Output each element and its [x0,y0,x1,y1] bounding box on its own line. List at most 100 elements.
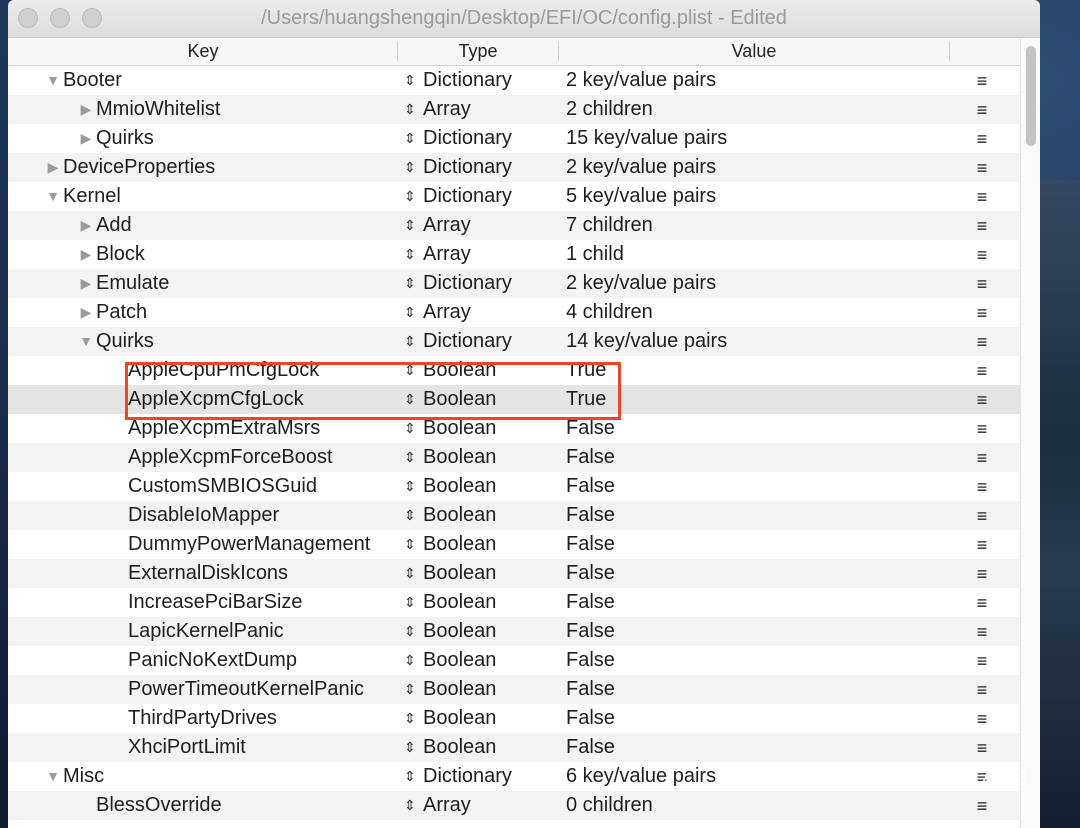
row-key[interactable]: PanicNoKextDump [128,646,297,675]
vertical-scrollbar[interactable] [1020,38,1040,828]
table-row[interactable]: AppleXcpmCfgLock ⇕ Boolean True ≡ [8,385,1020,414]
row-key[interactable]: IncreasePciBarSize [128,588,303,617]
hamburger-menu-icon[interactable]: ≡ [972,733,992,762]
row-type[interactable]: Boolean [423,414,496,443]
up-down-arrows-icon[interactable]: ⇕ [404,95,416,124]
table-row[interactable]: DummyPowerManagement ⇕ Boolean False ≡ [8,530,1020,559]
up-down-arrows-icon[interactable]: ⇕ [404,501,416,530]
up-down-arrows-icon[interactable]: ⇕ [404,617,416,646]
hamburger-menu-icon[interactable]: ≡ [972,501,992,530]
table-row[interactable]: ▶ Quirks ⇕ Dictionary 15 key/value pairs ≡ [8,124,1020,153]
table-row[interactable]: ThirdPartyDrives ⇕ Boolean False ≡ [8,704,1020,733]
row-type[interactable]: Array [423,211,471,240]
table-row[interactable]: ▶ MmioWhitelist ⇕ Array 2 children ≡ [8,95,1020,124]
up-down-arrows-icon[interactable]: ⇕ [404,791,416,820]
row-value[interactable]: 0 children [566,791,653,820]
up-down-arrows-icon[interactable]: ⇕ [404,762,416,791]
up-down-arrows-icon[interactable]: ⇕ [404,153,416,182]
table-row[interactable]: ▼ Kernel ⇕ Dictionary 5 key/value pairs ≡ [8,182,1020,211]
up-down-arrows-icon[interactable]: ⇕ [404,66,416,95]
hamburger-menu-icon[interactable]: ≡ [972,66,992,95]
triangle-down-icon[interactable]: ▼ [46,182,60,211]
triangle-right-icon[interactable]: ▶ [79,240,93,269]
row-key[interactable]: PowerTimeoutKernelPanic [128,675,364,704]
row-type[interactable]: Dictionary [423,762,512,791]
row-key[interactable]: AppleCpuPmCfgLock [128,356,319,385]
row-value[interactable]: False [566,617,615,646]
up-down-arrows-icon[interactable]: ⇕ [404,211,416,240]
triangle-right-icon[interactable]: ▶ [79,298,93,327]
hamburger-menu-icon[interactable]: ≡ [972,269,992,298]
row-value[interactable]: False [566,646,615,675]
up-down-arrows-icon[interactable]: ⇕ [404,356,416,385]
table-row[interactable]: AppleXcpmExtraMsrs ⇕ Boolean False ≡ [8,414,1020,443]
row-value[interactable]: False [566,472,615,501]
row-value[interactable]: False [566,588,615,617]
row-key[interactable]: DeviceProperties [63,153,215,182]
column-header-type[interactable]: Type [398,38,558,65]
row-type[interactable]: Boolean [423,617,496,646]
row-value[interactable]: False [566,414,615,443]
up-down-arrows-icon[interactable]: ⇕ [404,675,416,704]
hamburger-menu-icon[interactable]: ≡ [972,95,992,124]
up-down-arrows-icon[interactable]: ⇕ [404,588,416,617]
row-key[interactable]: DummyPowerManagement [128,530,370,559]
up-down-arrows-icon[interactable]: ⇕ [404,298,416,327]
row-type[interactable]: Dictionary [423,153,512,182]
up-down-arrows-icon[interactable]: ⇕ [404,530,416,559]
table-row[interactable]: PanicNoKextDump ⇕ Boolean False ≡ [8,646,1020,675]
hamburger-menu-icon[interactable]: ≡ [972,124,992,153]
row-value[interactable]: False [566,559,615,588]
row-value[interactable]: 6 key/value pairs [566,762,716,791]
row-key[interactable]: Booter [63,66,122,95]
hamburger-menu-icon[interactable]: ≡ [972,588,992,617]
hamburger-menu-icon[interactable]: ≡ [972,704,992,733]
up-down-arrows-icon[interactable]: ⇕ [404,559,416,588]
hamburger-menu-icon[interactable]: ≡ [972,153,992,182]
up-down-arrows-icon[interactable]: ⇕ [404,414,416,443]
hamburger-menu-icon[interactable]: ≡ [972,356,992,385]
hamburger-menu-icon[interactable]: ≡ [972,211,992,240]
row-type[interactable]: Dictionary [423,66,512,95]
row-key[interactable]: AppleXcpmExtraMsrs [128,414,320,443]
row-type[interactable]: Array [423,298,471,327]
hamburger-menu-icon[interactable]: ≡ [972,472,992,501]
hamburger-menu-icon[interactable]: ≡ [972,617,992,646]
hamburger-menu-icon[interactable]: ≡ [972,240,992,269]
row-type[interactable]: Boolean [423,530,496,559]
row-type[interactable]: Boolean [423,675,496,704]
table-row[interactable]: DisableIoMapper ⇕ Boolean False ≡ [8,501,1020,530]
row-value[interactable]: 5 key/value pairs [566,182,716,211]
scrollbar-thumb[interactable] [1026,46,1036,146]
table-row[interactable]: PowerTimeoutKernelPanic ⇕ Boolean False ≡ [8,675,1020,704]
row-key[interactable]: Add [96,211,132,240]
row-value[interactable]: 1 child [566,240,624,269]
table-row[interactable]: ▶ Emulate ⇕ Dictionary 2 key/value pairs ≡ [8,269,1020,298]
triangle-right-icon[interactable]: ▶ [79,124,93,153]
table-row[interactable]: ▶ DeviceProperties ⇕ Dictionary 2 key/value … [8,153,1020,182]
table-row[interactable]: IncreasePciBarSize ⇕ Boolean False ≡ [8,588,1020,617]
row-key[interactable]: Misc [63,762,104,791]
up-down-arrows-icon[interactable]: ⇕ [404,646,416,675]
row-type[interactable]: Dictionary [423,327,512,356]
up-down-arrows-icon[interactable]: ⇕ [404,269,416,298]
hamburger-menu-icon[interactable]: ≡ [972,385,992,414]
row-value[interactable]: False [566,675,615,704]
up-down-arrows-icon[interactable]: ⇕ [404,733,416,762]
row-key[interactable]: CustomSMBIOSGuid [128,472,317,501]
triangle-right-icon[interactable]: ▶ [79,211,93,240]
table-row[interactable]: ExternalDiskIcons ⇕ Boolean False ≡ [8,559,1020,588]
row-key[interactable]: Kernel [63,182,121,211]
row-value[interactable]: 4 children [566,298,653,327]
row-type[interactable]: Dictionary [423,124,512,153]
hamburger-menu-icon[interactable]: ≡ [972,182,992,211]
hamburger-menu-icon[interactable]: ≡ [972,414,992,443]
row-type[interactable]: Array [423,240,471,269]
row-value[interactable]: 2 children [566,95,653,124]
table-row[interactable]: XhciPortLimit ⇕ Boolean False ≡ [8,733,1020,762]
table-row[interactable]: BlessOverride ⇕ Array 0 children ≡ [8,791,1020,820]
triangle-down-icon[interactable]: ▼ [46,762,60,791]
row-type[interactable]: Boolean [423,704,496,733]
up-down-arrows-icon[interactable]: ⇕ [404,327,416,356]
row-value[interactable]: 2 key/value pairs [566,153,716,182]
